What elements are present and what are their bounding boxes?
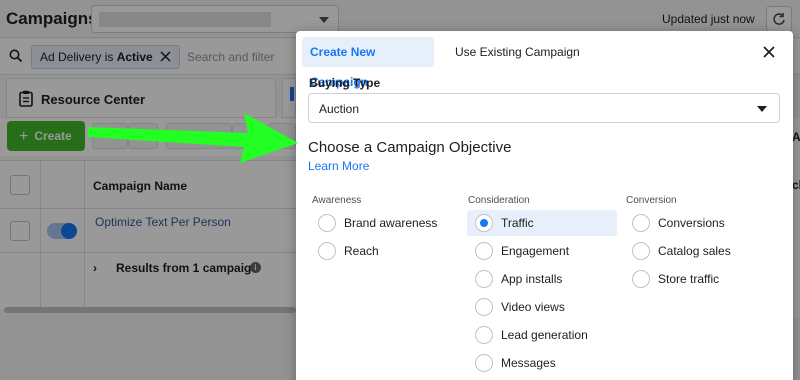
radio-button-selected[interactable]	[475, 214, 493, 232]
buying-type-value: Auction	[319, 102, 360, 116]
radio-button[interactable]	[318, 214, 336, 232]
buying-type-select[interactable]: Auction	[308, 93, 780, 123]
radio-button[interactable]	[632, 270, 650, 288]
tab-use-existing-campaign[interactable]: Use Existing Campaign	[447, 37, 588, 67]
objective-label: Conversions	[658, 216, 725, 230]
close-icon[interactable]	[762, 45, 776, 59]
radio-button[interactable]	[475, 298, 493, 316]
create-campaign-dialog: Create New Campaign Use Existing Campaig…	[296, 31, 793, 380]
radio-button[interactable]	[475, 326, 493, 344]
radio-button[interactable]	[475, 242, 493, 260]
objective-label: App installs	[501, 272, 563, 286]
objective-app-installs[interactable]: App installs	[467, 266, 617, 292]
radio-button[interactable]	[632, 242, 650, 260]
column-heading-conversion: Conversion	[626, 195, 677, 206]
radio-button[interactable]	[318, 242, 336, 260]
radio-button[interactable]	[475, 270, 493, 288]
objective-label: Catalog sales	[658, 244, 731, 258]
objective-label: Video views	[501, 300, 565, 314]
objective-label: Traffic	[501, 216, 534, 230]
radio-button[interactable]	[475, 354, 493, 372]
objective-conversions[interactable]: Conversions	[624, 210, 774, 236]
objective-reach[interactable]: Reach	[310, 238, 460, 264]
radio-dot	[480, 219, 488, 227]
tab-create-new-campaign[interactable]: Create New Campaign	[302, 37, 434, 89]
objective-messages[interactable]: Messages	[467, 350, 617, 376]
objective-label: Messages	[501, 356, 556, 370]
objective-video-views[interactable]: Video views	[467, 294, 617, 320]
column-heading-consideration: Consideration	[468, 195, 530, 206]
objective-label: Store traffic	[658, 272, 720, 286]
buying-type-label: Buying Type	[309, 76, 381, 90]
objective-traffic[interactable]: Traffic	[467, 210, 617, 236]
objective-brand-awareness[interactable]: Brand awareness	[310, 210, 460, 236]
objective-label: Reach	[344, 244, 379, 258]
objective-label: Engagement	[501, 244, 570, 258]
objective-label: Lead generation	[501, 328, 588, 342]
objective-catalog-sales[interactable]: Catalog sales	[624, 238, 774, 264]
objective-lead-generation[interactable]: Lead generation	[467, 322, 617, 348]
objective-label: Brand awareness	[344, 216, 438, 230]
objective-title: Choose a Campaign Objective	[308, 139, 512, 156]
chevron-down-icon	[757, 106, 767, 112]
radio-button[interactable]	[632, 214, 650, 232]
learn-more-link[interactable]: Learn More	[308, 159, 369, 173]
objective-engagement[interactable]: Engagement	[467, 238, 617, 264]
objective-store-traffic[interactable]: Store traffic	[624, 266, 774, 292]
annotation-arrow-icon	[88, 113, 298, 163]
column-heading-awareness: Awareness	[312, 195, 362, 206]
